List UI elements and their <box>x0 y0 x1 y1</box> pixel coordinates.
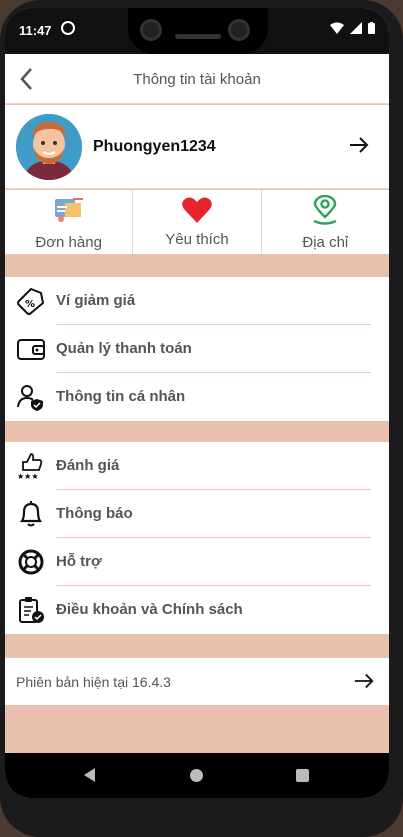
status-time: 11:47 <box>19 23 52 38</box>
lifebuoy-icon <box>18 549 44 575</box>
menu-item-label: Đánh giá <box>56 457 120 474</box>
app-screen: 11:47 Thông tin tài khoản Phuongyen1234 … <box>5 8 389 798</box>
speaker-grille <box>175 34 221 39</box>
wallet-icon <box>17 339 45 360</box>
location-pin-icon <box>313 195 337 225</box>
menu-item-label: Hỗ trợ <box>56 553 102 570</box>
svg-text:★★★: ★★★ <box>17 472 39 480</box>
menu-item-payment[interactable]: Quản lý thanh toán <box>5 325 389 373</box>
arrow-right-icon <box>354 673 374 689</box>
menu-item-discount-wallet[interactable]: % Ví giảm giá <box>5 277 389 325</box>
clipboard-check-icon <box>19 597 44 623</box>
quick-actions: Đơn hàng Yêu thích Địa chỉ <box>5 190 389 254</box>
system-nav-bar <box>5 753 389 798</box>
menu-item-review[interactable]: ★★★ Đánh giá <box>5 442 389 490</box>
profile-username: Phuongyen1234 <box>93 138 216 155</box>
quick-favorites[interactable]: Yêu thích <box>133 190 262 254</box>
status-bar: 11:47 <box>5 8 389 54</box>
menu-item-label: Ví giảm giá <box>56 292 136 309</box>
svg-text:%: % <box>25 299 35 310</box>
menu-item-help[interactable]: Hỗ trợ <box>5 538 389 586</box>
phone-frame: 11:47 Thông tin tài khoản Phuongyen1234 … <box>0 0 403 837</box>
menu-item-terms[interactable]: Điều khoản và Chính sách <box>5 586 389 634</box>
camera-icon <box>228 19 250 41</box>
nav-recent-apps-icon[interactable] <box>296 769 309 782</box>
camera-icon <box>140 19 162 41</box>
wifi-icon <box>330 22 344 34</box>
thumbs-up-stars-icon: ★★★ <box>17 453 43 480</box>
nav-home-icon[interactable] <box>190 769 203 782</box>
sync-icon <box>61 21 75 35</box>
menu-item-notifications[interactable]: Thông báo <box>5 490 389 538</box>
signal-icon <box>350 22 362 34</box>
heart-icon <box>182 197 212 223</box>
menu-group-support: ★★★ Đánh giá Thông báo Hỗ trợ Điều khoản… <box>5 442 389 634</box>
camera-notch <box>128 8 268 54</box>
user-shield-icon <box>17 385 43 411</box>
profile-card[interactable]: Phuongyen1234 <box>5 105 389 189</box>
app-header: Thông tin tài khoản <box>5 54 389 104</box>
bell-icon <box>19 501 43 527</box>
menu-item-personal-info[interactable]: Thông tin cá nhân <box>5 373 389 421</box>
menu-group-wallet: % Ví giảm giá Quản lý thanh toán Thông t… <box>5 277 389 421</box>
page-title: Thông tin tài khoản <box>133 71 261 88</box>
orders-icon <box>54 198 83 222</box>
battery-icon <box>368 22 375 34</box>
status-icons <box>330 22 375 34</box>
menu-item-label: Thông báo <box>56 505 133 522</box>
discount-tag-icon: % <box>17 287 45 315</box>
quick-favorites-label: Yêu thích <box>165 231 229 248</box>
quick-address-label: Địa chỉ <box>302 234 349 251</box>
quick-orders[interactable]: Đơn hàng <box>5 190 134 254</box>
arrow-right-icon[interactable] <box>347 133 371 157</box>
quick-address[interactable]: Địa chỉ <box>262 190 389 254</box>
nav-back-icon[interactable] <box>84 768 95 782</box>
menu-item-label: Điều khoản và Chính sách <box>56 601 243 618</box>
menu-item-label: Quản lý thanh toán <box>56 340 192 357</box>
avatar-illustration <box>16 114 82 180</box>
avatar <box>16 114 82 180</box>
menu-item-label: Thông tin cá nhân <box>56 388 186 405</box>
app-version-label: Phiên bản hiện tại 16.4.3 <box>16 674 171 690</box>
quick-orders-label: Đơn hàng <box>35 234 102 251</box>
app-version-row[interactable]: Phiên bản hiện tại 16.4.3 <box>5 658 389 705</box>
